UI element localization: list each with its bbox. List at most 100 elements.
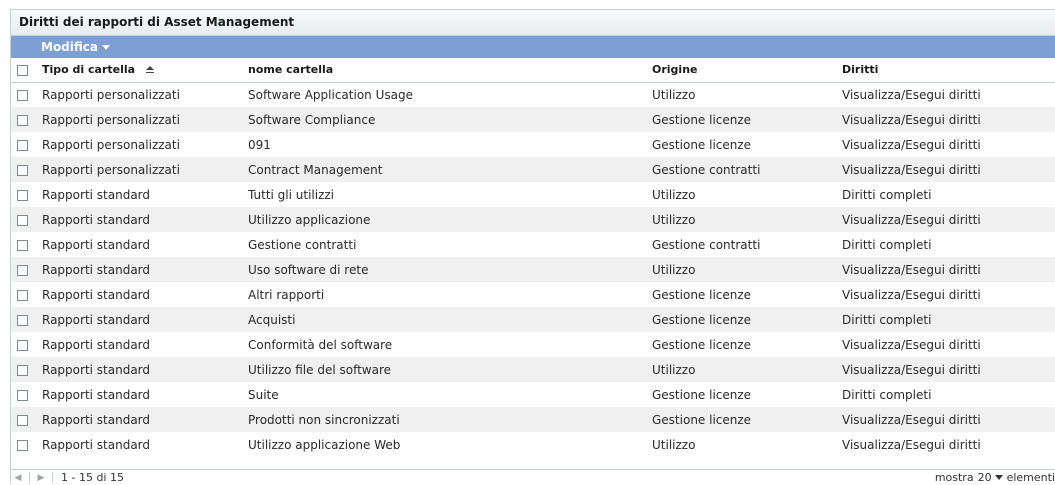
cell-folder-name: Altri rapporti (248, 287, 325, 302)
panel-title: Diritti dei rapporti di Asset Management (11, 10, 1055, 36)
cell-rights: Visualizza/Esegui diritti (842, 412, 981, 427)
row-select-cell (11, 407, 38, 432)
cell-folder-name: Prodotti non sincronizzati (248, 412, 400, 427)
chevron-down-icon (102, 44, 110, 50)
cell-folder-type: Rapporti standard (42, 212, 151, 227)
select-all-checkbox[interactable] (17, 64, 28, 76)
table-row[interactable]: Rapporti standard Suite Gestione licenze Di… (11, 382, 1055, 407)
cell-folder-name: Software Compliance (248, 112, 376, 127)
table-row[interactable]: Rapporti standard Utilizzo applicazione Ut… (11, 207, 1055, 232)
previous-page-icon[interactable]: ◀ (11, 473, 25, 483)
row-select-cell (11, 182, 38, 207)
table-row[interactable]: Rapporti standard Tutti gli utilizzi Utili… (11, 182, 1055, 207)
cell-folder-type: Rapporti standard (42, 387, 151, 402)
cell-folder-type: Rapporti standard (42, 237, 151, 252)
row-checkbox[interactable] (17, 439, 28, 451)
row-checkbox[interactable] (17, 339, 28, 351)
cell-folder-name: Software Application Usage (248, 87, 413, 102)
cell-folder-type: Rapporti personalizzati (42, 112, 180, 127)
cell-folder-name: Gestione contratti (248, 237, 357, 252)
row-checkbox[interactable] (17, 364, 28, 376)
row-select-cell (11, 432, 38, 457)
row-select-cell (11, 332, 38, 357)
toolbar: Modifica (11, 36, 1055, 58)
row-checkbox[interactable] (17, 414, 28, 426)
row-checkbox[interactable] (17, 239, 28, 251)
table-row[interactable]: Rapporti standard Altri rapporti Gestione … (11, 282, 1055, 307)
cell-rights: Diritti completi (842, 312, 932, 327)
cell-folder-name: 091 (248, 137, 271, 152)
row-checkbox[interactable] (17, 214, 28, 226)
row-select-cell (11, 232, 38, 257)
cell-folder-type: Rapporti personalizzati (42, 137, 180, 152)
cell-origin: Utilizzo (652, 187, 696, 202)
column-header-label: Tipo di cartella (42, 63, 136, 77)
row-checkbox[interactable] (17, 389, 28, 401)
table-row[interactable]: Rapporti personalizzati Contract Manageme… (11, 157, 1055, 182)
row-checkbox[interactable] (17, 264, 28, 276)
table-row[interactable]: Rapporti standard Utilizzo file del softw… (11, 357, 1055, 382)
cell-origin: Gestione contratti (652, 162, 761, 177)
row-checkbox[interactable] (17, 89, 28, 101)
row-select-cell (11, 382, 38, 407)
page-size-control: mostra 20 elementi (935, 471, 1055, 484)
pager-range: 1 - 15 di 15 (61, 471, 124, 484)
table-row[interactable]: Rapporti standard Prodotti non sincronizz… (11, 407, 1055, 432)
cell-origin: Gestione licenze (652, 337, 752, 352)
modify-menu-label: Modifica (41, 40, 98, 54)
table-row[interactable]: Rapporti personalizzati Software Applicat… (11, 82, 1055, 107)
row-checkbox[interactable] (17, 139, 28, 151)
rights-panel: Diritti dei rapporti di Asset Management… (10, 9, 1055, 485)
page-size-value: 20 (977, 471, 992, 484)
table-row[interactable]: Rapporti personalizzati 091 Gestione licen… (11, 132, 1055, 157)
next-page-icon[interactable]: ▶ (34, 473, 48, 483)
row-checkbox[interactable] (17, 314, 28, 326)
cell-folder-name: Utilizzo applicazione (248, 212, 371, 227)
cell-folder-type: Rapporti personalizzati (42, 87, 180, 102)
divider (52, 472, 53, 483)
cell-origin: Utilizzo (652, 437, 696, 452)
row-checkbox[interactable] (17, 164, 28, 176)
cell-folder-type: Rapporti personalizzati (42, 162, 180, 177)
table-row[interactable]: Rapporti personalizzati Software Complian… (11, 107, 1055, 132)
row-checkbox[interactable] (17, 114, 28, 126)
row-checkbox[interactable] (17, 189, 28, 201)
table-row[interactable]: Rapporti standard Conformità del software… (11, 332, 1055, 357)
cell-rights: Visualizza/Esegui diritti (842, 87, 981, 102)
cell-rights: Visualizza/Esegui diritti (842, 362, 981, 377)
cell-origin: Gestione licenze (652, 137, 752, 152)
column-header-rights[interactable]: Diritti (838, 58, 1055, 83)
cell-folder-type: Rapporti standard (42, 437, 151, 452)
divider (29, 472, 30, 483)
column-header-folder-type[interactable]: Tipo di cartella (38, 58, 244, 83)
cell-folder-name: Conformità del software (248, 337, 393, 352)
row-select-cell (11, 82, 38, 107)
column-header-origin[interactable]: Origine (648, 58, 838, 83)
table-row[interactable]: Rapporti standard Gestione contratti Gesti… (11, 232, 1055, 257)
row-checkbox[interactable] (17, 289, 28, 301)
cell-rights: Diritti completi (842, 237, 932, 252)
page-size-select[interactable]: 20 (978, 471, 1003, 484)
modify-menu-button[interactable]: Modifica (41, 40, 110, 54)
table-row[interactable]: Rapporti standard Utilizzo applicazione W… (11, 432, 1055, 457)
cell-folder-name: Contract Management (248, 162, 383, 177)
cell-rights: Diritti completi (842, 387, 932, 402)
row-select-cell (11, 357, 38, 382)
column-header-folder-name[interactable]: nome cartella (244, 58, 648, 83)
cell-origin: Gestione licenze (652, 312, 752, 327)
cell-folder-type: Rapporti standard (42, 337, 151, 352)
table-body: Rapporti personalizzati Software Applicat… (11, 82, 1055, 457)
row-select-cell (11, 307, 38, 332)
cell-origin: Utilizzo (652, 212, 696, 227)
cell-folder-type: Rapporti standard (42, 187, 151, 202)
cell-rights: Visualizza/Esegui diritti (842, 212, 981, 227)
cell-folder-type: Rapporti standard (42, 312, 151, 327)
cell-origin: Gestione licenze (652, 412, 752, 427)
row-select-cell (11, 107, 38, 132)
table-row[interactable]: Rapporti standard Uso software di rete Uti… (11, 257, 1055, 282)
cell-folder-name: Utilizzo applicazione Web (248, 437, 401, 452)
cell-folder-name: Utilizzo file del software (248, 362, 392, 377)
table-row[interactable]: Rapporti standard Acquisti Gestione licenz… (11, 307, 1055, 332)
cell-origin: Utilizzo (652, 87, 696, 102)
row-select-cell (11, 207, 38, 232)
